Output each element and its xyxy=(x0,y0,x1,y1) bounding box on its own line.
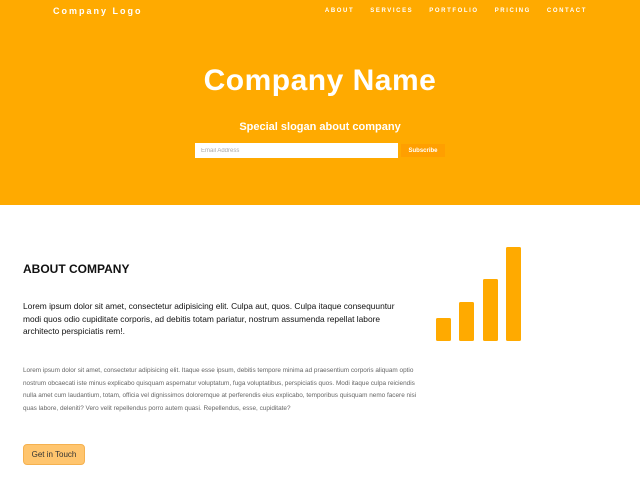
bar-chart-icon-bar-4 xyxy=(506,247,521,341)
about-lead-text: Lorem ipsum dolor sit amet, consectetur … xyxy=(23,301,395,336)
nav-about[interactable]: ABOUT xyxy=(325,8,354,14)
main-nav: ABOUT SERVICES PORTFOLIO PRICING CONTACT xyxy=(325,8,587,14)
about-heading: ABOUT COMPANY xyxy=(23,262,130,276)
bar-chart-icon-bar-1 xyxy=(436,318,451,341)
nav-contact[interactable]: CONTACT xyxy=(547,8,587,14)
email-input[interactable] xyxy=(195,143,398,158)
nav-pricing[interactable]: PRICING xyxy=(495,8,531,14)
get-in-touch-button[interactable]: Get in Touch xyxy=(23,444,85,465)
subscribe-button[interactable]: Subscribe xyxy=(401,144,445,157)
subscribe-form: Subscribe xyxy=(195,143,445,158)
company-logo[interactable]: Company Logo xyxy=(53,6,143,16)
nav-services[interactable]: SERVICES xyxy=(370,8,413,14)
bar-chart-icon-bar-2 xyxy=(459,302,474,341)
nav-portfolio[interactable]: PORTFOLIO xyxy=(429,8,478,14)
company-name-title: Company Name xyxy=(203,64,437,97)
hero-section: Company Logo ABOUT SERVICES PORTFOLIO PR… xyxy=(0,0,640,205)
about-section: ABOUT COMPANY Lorem ipsum dolor sit amet… xyxy=(0,205,640,480)
bar-chart-icon xyxy=(436,247,521,341)
about-body-text: Lorem ipsum dolor sit amet, consectetur … xyxy=(23,367,417,412)
bar-chart-icon-bar-3 xyxy=(483,279,498,341)
company-slogan: Special slogan about company xyxy=(239,121,401,133)
